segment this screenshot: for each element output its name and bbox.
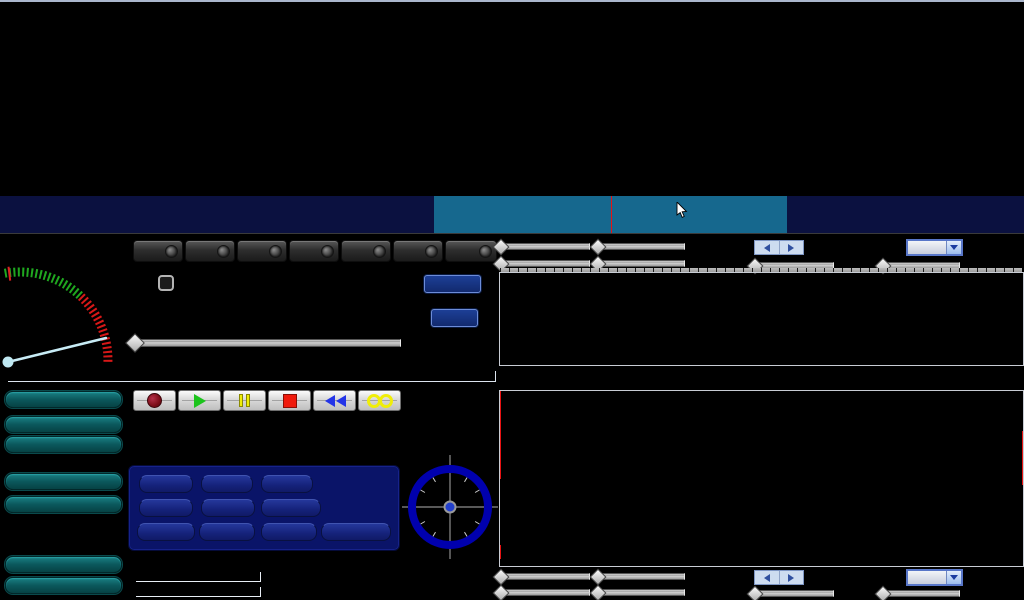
meter-needle: [8, 338, 106, 362]
despread-button[interactable]: [261, 499, 321, 517]
volume-slider[interactable]: [134, 338, 401, 348]
rewind-icon: [324, 395, 346, 407]
squelch-level-bar[interactable]: [8, 371, 496, 382]
mode-button-drm[interactable]: [445, 240, 497, 262]
hdsdr-main-window: [0, 0, 1024, 600]
audio-spectrum-display[interactable]: [500, 391, 1022, 566]
audio-waterfall-display[interactable]: [500, 273, 1022, 365]
s-meter: [0, 240, 130, 378]
rewind-button[interactable]: [313, 390, 356, 411]
mode-button-lsb[interactable]: [289, 240, 339, 262]
pause-icon: [239, 394, 250, 407]
cpu-total-bar: [136, 587, 261, 597]
full-screen-button[interactable]: [5, 496, 122, 513]
rbw-decrease-icon[interactable]: [755, 241, 779, 254]
am-led-icon: [165, 245, 178, 258]
rbw-decrease-icon[interactable]: [755, 571, 779, 584]
waterfall-upper-slider[interactable]: [500, 242, 590, 251]
zoom-slider-bottom[interactable]: [754, 589, 834, 598]
rbw-spinner-bottom[interactable]: [754, 570, 804, 585]
loop-button[interactable]: [358, 390, 401, 411]
audio-marker-line-right: [1022, 431, 1023, 485]
cw-afc-button[interactable]: [199, 523, 255, 541]
avg-dropdown-top[interactable]: [906, 239, 963, 256]
tune-marker-line: [611, 196, 612, 233]
cw-zap-button[interactable]: [137, 523, 195, 541]
pause-button[interactable]: [223, 390, 266, 411]
waterfall-lower-slider[interactable]: [597, 242, 685, 251]
nr-button[interactable]: [139, 475, 193, 493]
window-top-border: [0, 0, 1024, 2]
freqmgr-button[interactable]: [424, 275, 481, 293]
spectrum-upper-slider-bottom[interactable]: [500, 588, 590, 597]
mouse-cursor-icon: [676, 202, 688, 220]
stop-icon: [283, 394, 297, 408]
rf-waterfall-display[interactable]: [0, 0, 1024, 178]
record-icon: [147, 393, 162, 408]
mode-button-ecss[interactable]: [185, 240, 235, 262]
drm-led-icon: [479, 245, 492, 258]
phase-dial[interactable]: [402, 455, 498, 559]
spectrum-lower-slider-bottom[interactable]: [597, 588, 685, 597]
mode-button-usb[interactable]: [341, 240, 391, 262]
soundcard-button[interactable]: [5, 391, 122, 408]
usb-led-icon: [373, 245, 386, 258]
loop-icon: [367, 394, 393, 408]
waterfall-lower-slider-bottom[interactable]: [597, 572, 685, 581]
rbw-increase-icon[interactable]: [779, 241, 804, 254]
mode-button-cw[interactable]: [393, 240, 443, 262]
nb-button[interactable]: [201, 475, 253, 493]
exit-button[interactable]: [5, 577, 122, 594]
rbw-spinner-top[interactable]: [754, 240, 804, 255]
mode-button-fm[interactable]: [237, 240, 287, 262]
rbw-increase-icon[interactable]: [779, 571, 804, 584]
rf-spectrum-display[interactable]: [0, 196, 1024, 233]
agc-off-button[interactable]: [201, 499, 255, 517]
cpu-hdsdr-bar: [136, 572, 261, 582]
avg-dropdown-bottom[interactable]: [906, 569, 963, 586]
cw-fullbw-button[interactable]: [321, 523, 391, 541]
dropdown-arrow-icon[interactable]: [946, 241, 961, 254]
needle-pivot: [3, 357, 14, 368]
dsp-panel: [128, 465, 400, 551]
play-icon: [194, 394, 206, 408]
mute-button[interactable]: [139, 499, 193, 517]
info-update-button[interactable]: [5, 473, 122, 490]
audio-marker-line-left: [500, 391, 501, 479]
waterfall-upper-slider-bottom[interactable]: [500, 572, 590, 581]
rf-spectrum-trace: [0, 196, 1024, 233]
fm-led-icon: [269, 245, 282, 258]
samplerate-button[interactable]: [5, 416, 122, 433]
audio-marker-line-left2: [500, 545, 501, 559]
minimize-button[interactable]: [5, 556, 122, 573]
spectrum-lower-slider[interactable]: [597, 259, 685, 268]
play-button[interactable]: [178, 390, 221, 411]
lo-a-mode-button[interactable]: [158, 275, 174, 291]
cw-led-icon: [425, 245, 438, 258]
notch-button[interactable]: [261, 475, 313, 493]
rf-frequency-scale[interactable]: [0, 178, 1024, 196]
phase-knob: [445, 502, 456, 513]
options-button[interactable]: [5, 436, 122, 453]
stop-button[interactable]: [268, 390, 311, 411]
ecss-led-icon: [217, 245, 230, 258]
record-button[interactable]: [133, 390, 176, 411]
dropdown-arrow-icon[interactable]: [946, 571, 961, 584]
spectrum-divider: [0, 233, 1024, 234]
mode-button-am[interactable]: [133, 240, 183, 262]
spectrum-upper-slider[interactable]: [500, 259, 590, 268]
speed-slider-bottom[interactable]: [882, 589, 960, 598]
cw-peak-button[interactable]: [261, 523, 317, 541]
extio-button[interactable]: [431, 309, 478, 327]
audio-frequency-scale[interactable]: [497, 366, 1024, 390]
lsb-led-icon: [321, 245, 334, 258]
